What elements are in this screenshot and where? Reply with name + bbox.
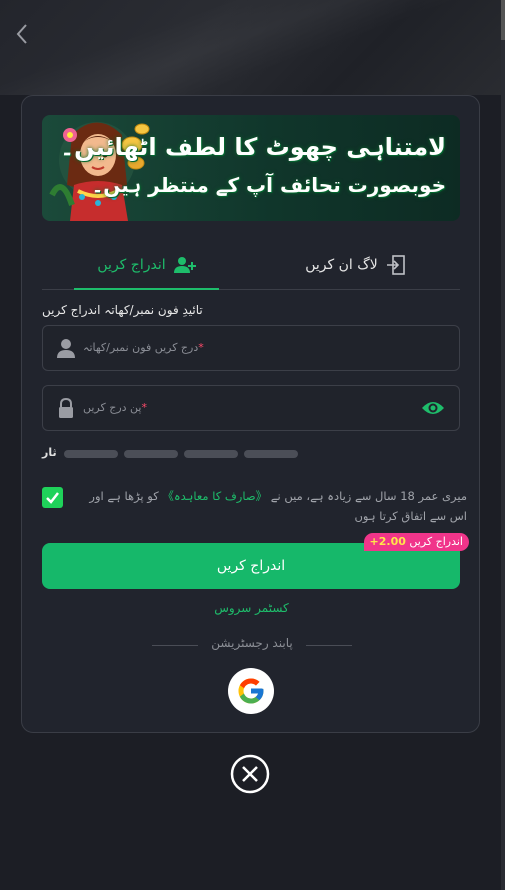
strength-segment — [244, 450, 298, 458]
register-button-label: اندراج کریں — [216, 558, 286, 574]
account-input-placeholder: *درج کریں فون نمبر/کھاتہ — [83, 341, 208, 354]
password-input[interactable]: *پن درج کریں — [42, 385, 460, 431]
tab-login-label: لاگ ان کریں — [305, 257, 378, 273]
account-placeholder-text: درج کریں فون نمبر/کھاتہ — [83, 341, 199, 354]
check-icon — [46, 492, 59, 504]
strength-segment — [184, 450, 238, 458]
strength-segment — [64, 450, 118, 458]
eye-icon[interactable] — [421, 399, 445, 421]
banner-subline: خوبصورت تحائف آپ کے منتظر ہیں۔ — [91, 173, 446, 197]
add-user-icon — [173, 256, 196, 274]
user-icon — [55, 337, 77, 363]
banner-character-illustration — [49, 122, 150, 221]
tab-login[interactable]: لاگ ان کریں — [251, 241, 460, 289]
divider-line — [306, 645, 352, 646]
strength-label: ثار — [42, 446, 57, 459]
terms-text: میری عمر 18 سال سے زیادہ ہے، میں نے 《صار… — [72, 486, 467, 526]
back-button[interactable] — [12, 20, 32, 48]
auth-tabs: اندراج کریں لاگ ان کریں — [42, 241, 460, 290]
social-register-divider: پابند رجسٹریشن — [152, 636, 352, 654]
promo-banner[interactable]: لامتناہی چھوٹ کا لطف اٹھائیں۔ خوبصورت تح… — [42, 115, 460, 221]
password-strength-meter: ثار — [42, 446, 302, 460]
close-button[interactable] — [230, 754, 270, 794]
bonus-badge: +2.00 اندراج کریں — [363, 533, 469, 551]
terms-before: میری عمر 18 سال سے زیادہ ہے، میں نے — [270, 489, 467, 503]
register-modal: لامتناہی چھوٹ کا لطف اٹھائیں۔ خوبصورت تح… — [21, 95, 480, 733]
account-field-label: تائیدِ فون نمبر/کھاتہ اندراج کریں — [42, 303, 203, 317]
banner-headline: لامتناہی چھوٹ کا لطف اٹھائیں۔ — [60, 133, 446, 161]
lock-icon — [55, 397, 77, 423]
scrollbar[interactable] — [501, 0, 505, 890]
bonus-text: اندراج کریں — [409, 535, 463, 548]
login-door-icon — [386, 255, 406, 275]
strength-segment — [124, 450, 178, 458]
tab-register[interactable]: اندراج کریں — [42, 241, 251, 290]
google-icon — [238, 678, 264, 704]
scrollbar-thumb[interactable] — [501, 0, 505, 40]
google-login-button[interactable] — [228, 668, 274, 714]
terms-checkbox[interactable] — [42, 487, 63, 508]
bonus-value: +2.00 — [369, 535, 406, 548]
tab-register-label: اندراج کریں — [97, 257, 166, 273]
password-placeholder-text: پن درج کریں — [83, 401, 142, 414]
password-input-placeholder: *پن درج کریں — [83, 401, 151, 414]
chevron-left-icon — [16, 24, 27, 44]
background-header — [0, 0, 505, 95]
customer-service-link[interactable]: کسٹمر سروس — [22, 601, 481, 615]
user-agreement-link[interactable]: 《صارف کا معاہدہ》 — [162, 489, 267, 503]
account-input[interactable]: *درج کریں فون نمبر/کھاتہ — [42, 325, 460, 371]
required-mark: * — [141, 401, 147, 414]
required-mark: * — [198, 341, 204, 354]
close-circle-icon — [230, 754, 270, 794]
social-register-text: پابند رجسٹریشن — [211, 636, 293, 650]
